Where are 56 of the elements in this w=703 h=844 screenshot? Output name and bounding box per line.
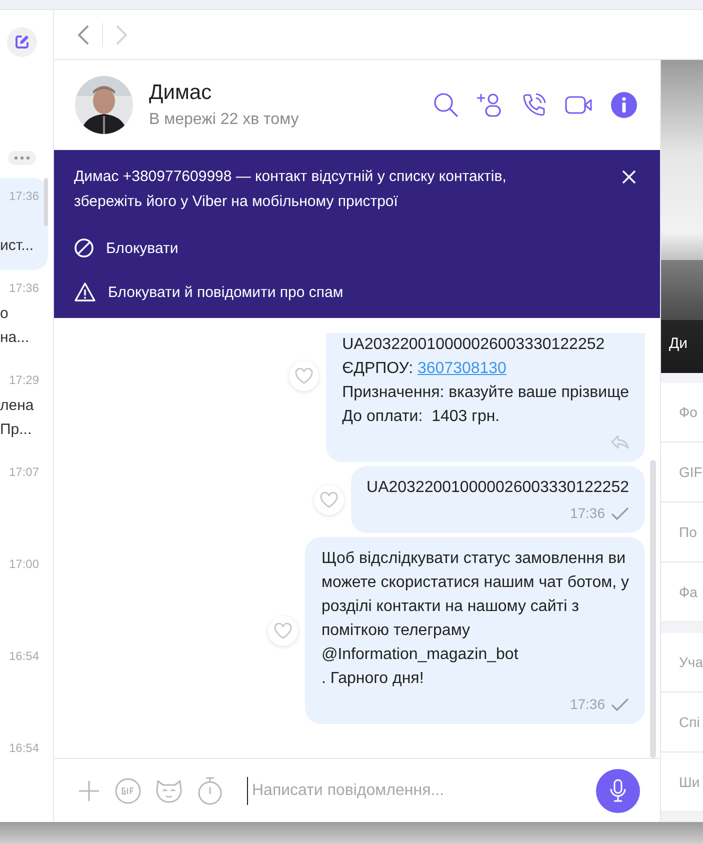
banner-message: Димас +380977609998 — контакт відсутній у списку контактів, збережіть його у Viber на мобільному пристрої [74,167,508,212]
more-icon [14,156,30,160]
voice-message-button[interactable] [596,768,640,812]
close-icon [622,170,636,184]
video-call-icon[interactable] [565,95,593,115]
sticker-icon[interactable] [155,778,183,804]
chat-list-item[interactable]: 17:07 [0,454,48,546]
like-button[interactable] [314,484,344,514]
chat-list-item[interactable]: 17:00 [0,546,48,638]
info-menu-item[interactable]: По [661,503,703,563]
contact-name: Ди [668,335,688,354]
block-icon [74,238,94,258]
plus-icon[interactable] [77,778,101,802]
banner-action[interactable]: Блокувати й повідомити про спам [74,270,640,314]
message-text: Щоб відслідкувати статус замовлення ви можете скористатися нашим чат ботом, у розділі контакти на нашому сайті з поміткою телеграму @Information_magazin_bot . Гарного дня! [321,549,629,689]
search-icon[interactable] [433,92,459,118]
chat-list-item[interactable]: 16:54 [0,638,48,730]
scrollbar[interactable] [44,178,48,226]
message-text: UA203220010000026003330122252 [366,478,629,498]
chat-list-item[interactable]: 17:36 ист... [0,178,48,270]
warning-icon [74,282,96,302]
message-time: 17:36 [570,505,605,521]
heart-icon [320,492,338,508]
timer-icon[interactable] [197,776,223,804]
message-time: 17:36 [570,696,605,712]
gif-icon[interactable] [115,778,141,804]
info-icon[interactable] [611,92,637,118]
heart-icon [274,622,292,638]
message-input[interactable]: Написати повідомлення... [247,776,582,804]
microphone-icon [610,778,626,802]
info-menu-item[interactable]: Фо [661,383,703,443]
check-icon [611,506,629,520]
chat-list-item[interactable]: 16:54 [0,730,48,822]
banner-action[interactable]: Блокувати [74,226,640,270]
add-contact-icon[interactable] [477,92,503,118]
scrollbar[interactable] [650,460,656,758]
compose-button[interactable] [7,27,37,57]
more-button[interactable] [8,151,36,165]
like-button[interactable] [289,360,320,390]
info-menu-item[interactable]: Уча [661,633,703,693]
message-text: UA203220010000026003330122252 ЄДРПОУ: 3607308130 Призначення: вказуйте ваше прізвище До оплати: 1403 грн. [342,335,629,427]
edit-icon [14,34,30,50]
call-icon[interactable] [521,92,547,118]
info-menu-item[interactable]: Ши [661,753,703,813]
link[interactable]: 3607308130 [417,360,506,377]
info-menu-item[interactable]: Фа [661,563,703,623]
like-button[interactable] [268,616,298,646]
info-menu-item[interactable]: Спі [661,693,703,753]
contact-status: В мережі 22 хв тому [149,110,299,130]
heart-icon [295,368,314,384]
contact-name: Димас [149,80,213,106]
chat-list-item[interactable]: 17:29 лена Пр... [0,362,48,454]
check-icon [611,698,629,710]
share-icon[interactable] [611,435,629,449]
chat-list-item[interactable]: 17:36 о на... [0,270,48,362]
info-menu-item[interactable]: GIF [661,443,703,503]
